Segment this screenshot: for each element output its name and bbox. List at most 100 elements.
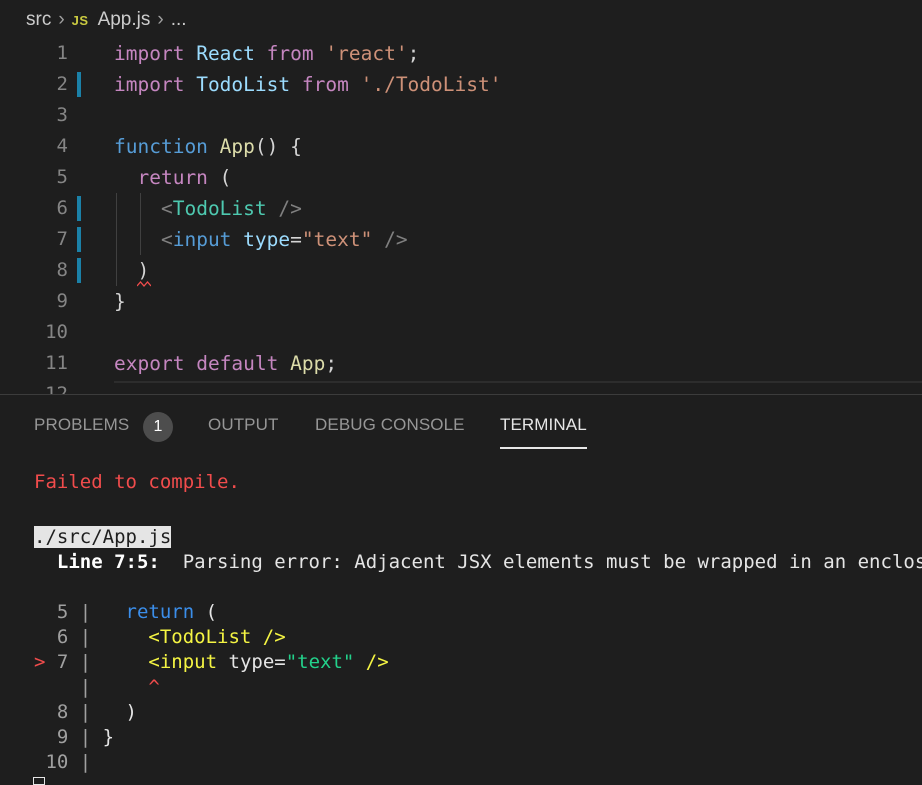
terminal-line: | ^ [34,675,160,700]
terminal-token: 5 | [34,601,92,623]
code-line[interactable]: 1 import React from 'react'; [0,38,922,69]
code-text: <input type="text" /> [114,224,408,255]
code-token: App [290,352,326,375]
breadcrumb-symbols[interactable]: ... [171,9,187,31]
code-text: } [114,286,126,317]
tab-debug-console[interactable]: DEBUG CONSOLE [315,415,465,435]
terminal-line: > 7 | <input type="text" /> [34,650,389,675]
code-token: ; [325,352,338,375]
code-token: < [160,228,173,251]
code-line[interactable]: 7 <input type="text" /> [0,224,922,255]
code-token: TodoList [196,73,291,96]
code-text: import TodoList from './TodoList' [114,69,501,100]
git-modified-indicator[interactable] [77,227,81,252]
chevron-right-icon: › [157,9,164,30]
terminal-token: <input [148,651,229,673]
terminal-token: 6 | [34,626,92,648]
code-line[interactable]: 10 [0,317,922,348]
code-token: type [243,228,291,251]
terminal-output[interactable]: Failed to compile. ./src/App.js Line 7:5:… [0,455,922,785]
line-number: 8 [56,259,68,281]
line-number: 2 [56,73,68,95]
line-number: 5 [56,166,68,188]
code-editor[interactable]: 1 import React from 'react'; 2 import TodoL… [0,38,922,394]
code-token: ) [114,259,150,282]
git-modified-indicator[interactable] [77,258,81,283]
code-token: React [196,42,255,65]
code-token: default [196,352,279,375]
panel-tabs: PROBLEMS 1 OUTPUT DEBUG CONSOLE TERMINAL [0,395,922,455]
tab-terminal[interactable]: TERMINAL [500,415,587,435]
breadcrumb: src › JS App.js › ... [0,0,922,40]
vscode-window: src › JS App.js › ... 1 import React from… [0,0,922,785]
terminal-token: ) [91,701,137,723]
terminal-token: /> [365,651,389,673]
git-modified-indicator[interactable] [77,196,81,221]
terminal-token: Parsing error: Adjacent JSX elements mus… [182,551,922,573]
code-text: <TodoList /> [114,193,302,224]
git-modified-indicator[interactable] [77,72,81,97]
code-token: = [290,228,302,251]
terminal-token: 9 | [34,726,92,748]
code-line[interactable]: 11 export default App; [0,348,922,379]
breadcrumb-file[interactable]: App.js [98,9,151,31]
tab-output[interactable]: OUTPUT [208,415,278,435]
terminal-line: Failed to compile. [34,470,240,495]
code-token: TodoList [172,197,267,220]
line-number: 9 [56,290,68,312]
terminal-token: <TodoList /> [148,626,286,648]
code-line[interactable]: 3 [0,100,922,131]
terminal-token: 8 | [34,701,92,723]
code-line[interactable]: 6 <TodoList /> [0,193,922,224]
terminal-token: | [34,676,92,698]
line-number: 7 [56,228,68,250]
code-text: function App() { [114,131,302,162]
terminal-token: Line 7:5: [34,551,160,573]
code-line[interactable]: 9} [0,286,922,317]
active-tab-indicator [500,447,587,449]
tab-problems[interactable]: PROBLEMS [34,415,129,435]
line-number: 3 [56,104,68,126]
terminal-token: type= [228,651,286,673]
code-token: from [266,42,314,65]
code-line[interactable]: 12 [0,379,922,394]
code-token: ( [207,166,232,189]
code-line[interactable]: 5 return ( [0,162,922,193]
code-token: import [114,73,185,96]
terminal-line: 6 | <TodoList /> [34,625,286,650]
line-number: 11 [45,352,68,374]
code-text: return ( [114,162,231,193]
code-token: return [137,166,208,189]
terminal-token: > [34,651,57,673]
code-token: ; [407,42,420,65]
terminal-token: 10 | [34,751,92,773]
code-token: < [160,197,173,220]
code-token: () { [254,135,302,158]
code-token: App [219,135,255,158]
code-line[interactable]: 2 import TodoList from './TodoList' [0,69,922,100]
breadcrumb-folder[interactable]: src [26,9,51,31]
code-line[interactable]: 8 ) [0,255,922,286]
code-token: "text" [301,228,373,251]
code-token: /> [278,197,302,220]
javascript-file-icon: JS [71,12,89,28]
terminal-token: ./src/App.js [34,526,172,548]
code-line[interactable]: 4 function App() { [0,131,922,162]
terminal-token: ( [194,601,218,623]
chevron-right-icon: › [58,9,65,30]
line-number: 1 [56,42,68,64]
terminal-token: 7 | [56,651,92,673]
terminal-line: ./src/App.js [34,525,172,550]
terminal-line: Line 7:5: Parsing error: Adjacent JSX el… [34,550,922,575]
